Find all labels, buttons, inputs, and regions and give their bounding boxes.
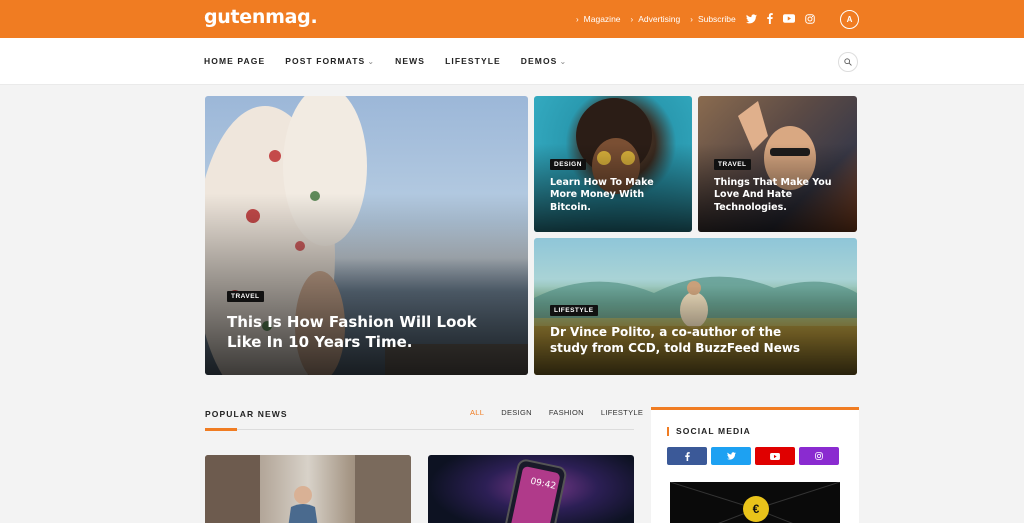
tab-lifestyle[interactable]: LIFESTYLE — [601, 408, 643, 417]
nav-label: HOME PAGE — [204, 56, 266, 66]
hero-title[interactable]: Dr Vince Polito, a co-author of the stud… — [550, 325, 810, 356]
instagram-button[interactable] — [799, 447, 839, 465]
popular-news-title: POPULAR NEWS — [205, 409, 288, 419]
facebook-button[interactable] — [667, 447, 707, 465]
news-thumb-street[interactable] — [205, 455, 411, 523]
toplink-label: Magazine — [583, 14, 621, 24]
nav-label: POST FORMATS — [285, 56, 366, 66]
popular-news-tabs: ALL DESIGN FASHION LIFESTYLE — [470, 408, 643, 417]
hero-card-travel[interactable]: TRAVEL Things That Make You Love And Hat… — [698, 96, 857, 232]
ad-banner[interactable]: € — [670, 482, 840, 523]
twitter-button[interactable] — [711, 447, 751, 465]
main-navbar: HOME PAGE POST FORMATS ⌄ NEWS LIFESTYLE D… — [0, 38, 1024, 85]
youtube-icon — [770, 452, 780, 460]
category-tag[interactable]: DESIGN — [550, 159, 586, 170]
nav-demos[interactable]: DEMOS ⌄ — [521, 56, 567, 66]
news-thumb-phone[interactable]: 09:42 — [428, 455, 634, 523]
instagram-icon[interactable] — [805, 13, 815, 24]
hero-title[interactable]: This Is How Fashion Will Look Like In 10… — [227, 313, 497, 352]
toplink-advertising[interactable]: › Advertising — [631, 14, 681, 24]
search-button[interactable] — [838, 52, 858, 72]
avatar-letter: A — [846, 15, 853, 24]
nav-news[interactable]: NEWS — [395, 56, 425, 66]
chevron-right-icon: › — [576, 14, 579, 24]
category-tag[interactable]: TRAVEL — [714, 159, 751, 170]
section-divider — [205, 429, 634, 430]
chevron-right-icon: › — [690, 14, 693, 24]
tab-fashion[interactable]: FASHION — [549, 408, 584, 417]
news-image-phone: 09:42 — [503, 459, 567, 523]
nav-label: NEWS — [395, 56, 426, 66]
bitcoin-coin-icon: € — [743, 496, 769, 522]
facebook-icon — [684, 451, 690, 461]
site-logo[interactable]: gutenmag. — [204, 6, 318, 28]
chevron-down-icon: ⌄ — [367, 56, 376, 66]
nav-label: DEMOS — [520, 56, 558, 66]
tab-all[interactable]: ALL — [470, 408, 484, 417]
top-links: › Magazine › Advertising › Subscribe — [576, 14, 736, 24]
toplink-label: Advertising — [638, 14, 681, 24]
nav-label: LIFESTYLE — [445, 56, 501, 66]
avatar[interactable]: A — [840, 10, 859, 29]
news-image-street — [205, 455, 411, 523]
section-accent-bar — [205, 428, 237, 431]
chevron-right-icon: › — [630, 14, 634, 24]
youtube-icon[interactable] — [783, 14, 795, 23]
nav-post-formats[interactable]: POST FORMATS ⌄ — [285, 56, 375, 66]
search-icon — [844, 58, 852, 66]
main-nav: HOME PAGE POST FORMATS ⌄ NEWS LIFESTYLE D… — [204, 56, 567, 66]
hero-card-large[interactable]: TRAVEL This Is How Fashion Will Look Lik… — [205, 96, 528, 375]
youtube-button[interactable] — [755, 447, 795, 465]
twitter-icon[interactable] — [746, 13, 757, 24]
hero-card-design[interactable]: DESIGN Learn How To Make More Money With… — [534, 96, 692, 232]
hero-card-lifestyle[interactable]: LIFESTYLE Dr Vince Polito, a co-author o… — [534, 238, 857, 375]
toplink-subscribe[interactable]: › Subscribe — [690, 14, 735, 24]
top-bar: gutenmag. › Magazine › Advertising › Subscr… — [0, 0, 1024, 38]
nav-lifestyle[interactable]: LIFESTYLE — [445, 56, 501, 66]
hero-title[interactable]: Learn How To Make More Money With Bitcoi… — [550, 177, 680, 214]
toplink-label: Subscribe — [697, 14, 736, 24]
social-buttons — [667, 447, 839, 465]
twitter-icon — [726, 452, 736, 460]
nav-home-page[interactable]: HOME PAGE — [204, 56, 265, 66]
chevron-down-icon: ⌄ — [559, 56, 568, 66]
facebook-icon[interactable] — [767, 13, 773, 24]
hero-title[interactable]: Things That Make You Love And Hate Techn… — [714, 177, 844, 214]
social-media-widget: SOCIAL MEDIA € — [651, 407, 859, 523]
widget-title: SOCIAL MEDIA — [667, 427, 751, 436]
tab-design[interactable]: DESIGN — [501, 408, 532, 417]
category-tag[interactable]: LIFESTYLE — [550, 305, 598, 316]
instagram-icon — [815, 452, 823, 460]
toplink-magazine[interactable]: › Magazine — [576, 14, 621, 24]
top-social-icons — [746, 13, 815, 24]
category-tag[interactable]: TRAVEL — [227, 291, 264, 302]
